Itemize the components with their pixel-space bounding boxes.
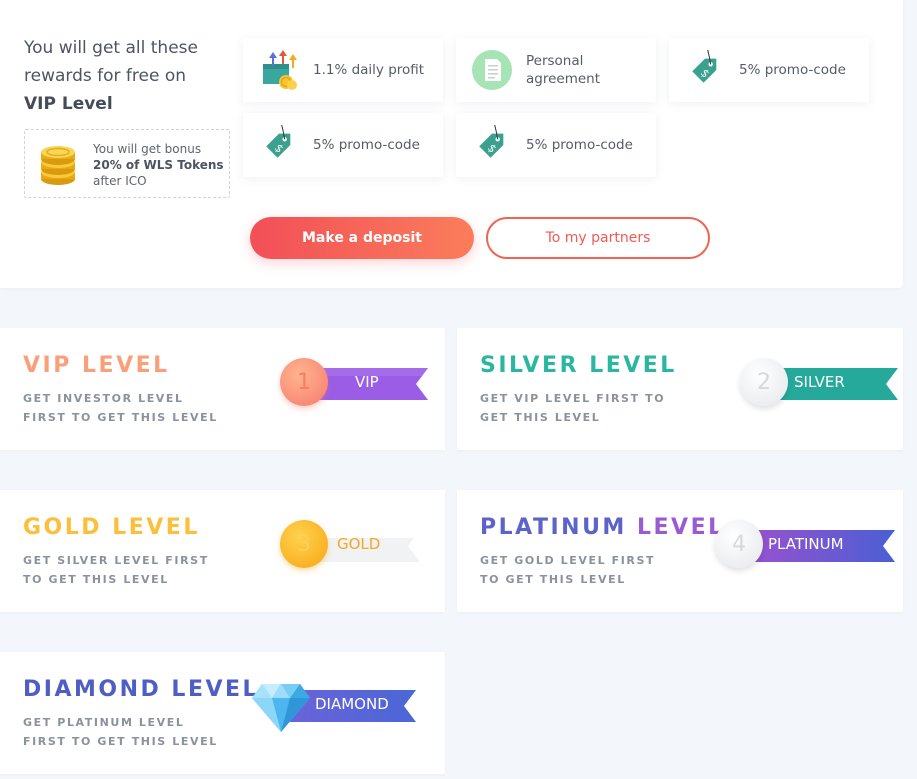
level-card-gold: GOLD LEVEL GET SILVER LEVEL FIRST TO GET…: [0, 490, 445, 612]
level-requirement: GET PLATINUM LEVEL FIRST TO GET THIS LEV…: [23, 716, 218, 748]
level-card-diamond: DIAMOND LEVEL GET PLATINUM LEVEL FIRST T…: [0, 652, 445, 774]
level-title: PLATINUM LEVEL: [480, 515, 725, 540]
level-card-silver: SILVER LEVEL GET VIP LEVEL FIRST TO GET …: [457, 328, 903, 450]
rewards-title-level: VIP Level: [24, 94, 113, 114]
level-title-name: GOLD: [23, 515, 103, 540]
level-title-suffix: LEVEL: [171, 677, 260, 702]
level-number-badge: 1: [280, 358, 328, 406]
reward-label: 5% promo-code: [739, 62, 846, 78]
level-title-suffix: LEVEL: [112, 515, 200, 540]
level-number: 2: [757, 369, 771, 395]
level-number-badge: 4: [715, 520, 763, 568]
level-badge-label: GOLD: [337, 535, 381, 553]
reward-card-promo-code-1: $ 5% promo-code: [669, 38, 869, 102]
diamond-icon: [250, 680, 312, 738]
coins-icon: [39, 146, 77, 190]
reward-card-daily-profit: 1.1% daily profit: [243, 38, 443, 102]
price-tag-icon: $: [259, 120, 299, 165]
bonus-line2: 20% of WLS Tokens: [93, 158, 224, 172]
level-title: GOLD LEVEL: [23, 515, 200, 540]
reward-label: Personal agreement: [526, 53, 601, 87]
level-badge-gold: 3 GOLD: [280, 520, 450, 574]
reward-label: 1.1% daily profit: [313, 62, 425, 78]
bonus-text: You will get bonus 20% of WLS Tokens aft…: [93, 141, 227, 189]
level-title-name: SILVER: [480, 353, 580, 378]
level-number-badge: 3: [280, 520, 328, 568]
level-requirement: GET INVESTOR LEVEL FIRST TO GET THIS LEV…: [23, 392, 218, 424]
bonus-line1: You will get bonus: [93, 142, 202, 156]
level-title-suffix: LEVEL: [589, 353, 677, 378]
rewards-title: You will get all these rewards for free …: [24, 34, 234, 118]
level-title: SILVER LEVEL: [480, 353, 677, 378]
reward-card-promo-code-3: $ 5% promo-code: [456, 113, 656, 177]
level-badge-platinum: 4 PLATINUM: [715, 520, 895, 574]
level-badge-label: PLATINUM: [768, 535, 844, 553]
profit-icon: [259, 50, 299, 90]
level-title: DIAMOND LEVEL: [23, 677, 259, 702]
rewards-title-text: You will get all these rewards for free …: [24, 38, 198, 86]
level-card-platinum: PLATINUM LEVEL GET GOLD LEVEL FIRST TO G…: [457, 490, 903, 612]
reward-card-promo-code-2: $ 5% promo-code: [243, 113, 443, 177]
level-card-vip: VIP LEVEL GET INVESTOR LEVEL FIRST TO GE…: [0, 328, 445, 450]
level-number-badge: 2: [740, 358, 788, 406]
level-badge-diamond: DIAMOND: [250, 680, 420, 734]
price-tag-icon: $: [685, 45, 725, 90]
level-badge-silver: 2 SILVER: [740, 358, 910, 412]
level-requirement: GET GOLD LEVEL FIRST TO GET THIS LEVEL: [480, 554, 656, 586]
bonus-box: You will get bonus 20% of WLS Tokens aft…: [24, 129, 230, 198]
make-deposit-button[interactable]: Make a deposit: [250, 217, 474, 259]
level-badge-vip: 1 VIP: [280, 358, 450, 412]
level-title: VIP LEVEL: [23, 353, 170, 378]
document-icon: [472, 50, 512, 90]
level-title-name: VIP: [23, 353, 72, 378]
reward-card-personal-agreement: Personal agreement: [456, 38, 656, 102]
reward-label: 5% promo-code: [526, 137, 633, 153]
level-title-name: PLATINUM: [480, 515, 627, 540]
to-my-partners-button[interactable]: To my partners: [486, 217, 710, 259]
level-number: 3: [297, 531, 311, 557]
level-title-suffix: LEVEL: [637, 515, 725, 540]
reward-label: 5% promo-code: [313, 137, 420, 153]
level-title-suffix: LEVEL: [82, 353, 170, 378]
level-title-name: DIAMOND: [23, 677, 162, 702]
bonus-line3: after ICO: [93, 174, 147, 188]
level-badge-label: DIAMOND: [315, 695, 389, 713]
level-number: 4: [732, 531, 746, 557]
level-badge-label: SILVER: [794, 373, 845, 391]
level-requirement: GET VIP LEVEL FIRST TO GET THIS LEVEL: [480, 392, 666, 424]
level-number: 1: [297, 369, 311, 395]
level-requirement: GET SILVER LEVEL FIRST TO GET THIS LEVEL: [23, 554, 209, 586]
level-badge-label: VIP: [355, 373, 379, 391]
rewards-panel: You will get all these rewards for free …: [0, 0, 903, 288]
price-tag-icon: $: [472, 120, 512, 165]
